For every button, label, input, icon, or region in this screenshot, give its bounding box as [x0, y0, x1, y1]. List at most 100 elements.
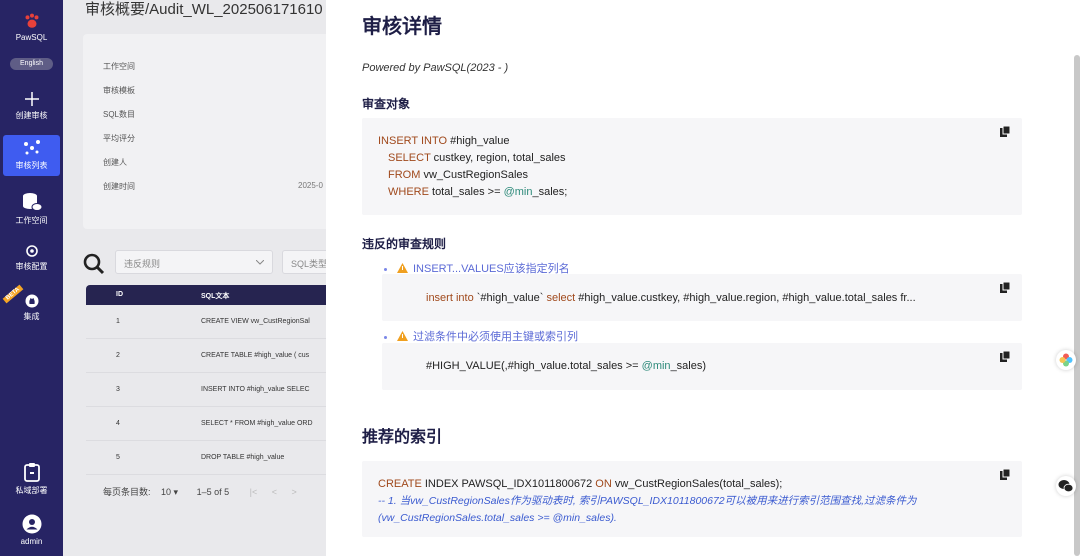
sql-text: _sales)	[670, 360, 707, 372]
panel-title: 审核详情	[362, 16, 442, 38]
sql-keyword: WHERE	[388, 186, 429, 198]
index-code-block: CREATE INDEX PAWSQL_IDX1011800672 ON vw_…	[362, 461, 1022, 537]
rule-filter-placeholder: 违反规则	[124, 259, 161, 269]
sidebar-item-label: admin	[20, 537, 43, 546]
page-title: 审核概要/Audit_WL_202506171610	[85, 1, 323, 18]
sql-text: vw_CustRegionSales(total_sales);	[611, 478, 783, 490]
code-line: WHERE total_sales >= @min_sales;	[378, 184, 1006, 201]
code-line: CREATE INDEX PAWSQL_IDX1011800672 ON vw_…	[378, 476, 1006, 493]
sidebar-item-create-audit[interactable]: 创建审核	[0, 91, 63, 121]
sql-text: #HIGH_VALUE(,#high_value.total_sales >=	[426, 360, 642, 372]
sql-keyword: insert into	[426, 292, 474, 304]
sidebar-item-integration[interactable]: 集成	[0, 294, 63, 322]
floating-app-icon[interactable]	[1056, 350, 1076, 370]
audit-detail-panel: 审核详情 Powered by PawSQL(2023 - ) 审查对象 INS…	[326, 0, 1080, 556]
prev-page-icon[interactable]: <	[272, 487, 277, 497]
chat-float-button[interactable]	[1056, 476, 1076, 496]
sql-keyword: SELECT	[388, 152, 431, 164]
audit-summary-page: 审核概要/Audit_WL_202506171610 工作空间 审核模板 SQL…	[63, 0, 343, 556]
page-range: 1–5 of 5	[196, 487, 230, 497]
sidebar-item-audit-list[interactable]: 审核列表	[3, 135, 60, 176]
sql-table: ID SQL文本 1 CREATE VIEW vw_CustRegionSal 2…	[86, 285, 326, 475]
gear-icon	[25, 245, 38, 257]
code-line: FROM vw_CustRegionSales	[378, 167, 1006, 184]
sidebar-item-label: 审核配置	[15, 262, 48, 271]
clipboard-icon	[23, 463, 40, 482]
info-label-created-time: 创建时间	[103, 182, 135, 191]
rows-per-page-select[interactable]: 10 ▾	[161, 487, 178, 497]
row-sql: DROP TABLE #high_value	[201, 454, 285, 461]
bullet-icon	[384, 267, 387, 271]
table-row[interactable]: 5 DROP TABLE #high_value	[86, 441, 326, 475]
sql-type-filter-select[interactable]: SQL类型	[282, 250, 326, 274]
rows-per-page-value: 10	[161, 487, 172, 497]
first-page-icon[interactable]: |<	[250, 487, 258, 497]
sidebar-item-audit-config[interactable]: 审核配置	[0, 244, 63, 272]
info-value-created-time: 2025-0	[298, 181, 323, 190]
rule-item[interactable]: 过滤条件中必须使用主键或索引列	[384, 328, 578, 344]
brand-logo[interactable]: PawSQL	[0, 12, 63, 42]
table-row[interactable]: 1 CREATE VIEW vw_CustRegionSal	[86, 305, 326, 339]
copy-icon[interactable]	[1000, 351, 1010, 362]
audit-list-icon	[23, 140, 40, 155]
info-label-workspace: 工作空间	[103, 62, 135, 71]
sidebar-item-private-deploy[interactable]: 私域部署	[0, 462, 63, 496]
copy-icon[interactable]	[1000, 469, 1010, 480]
table-row[interactable]: 2 CREATE TABLE #high_value ( cus	[86, 339, 326, 373]
row-id: 1	[116, 318, 120, 325]
sql-keyword: ON	[595, 478, 612, 490]
sql-keyword: select	[546, 292, 576, 304]
sidebar-item-label: 审核列表	[15, 161, 48, 170]
rows-per-page-label: 每页条目数:	[103, 487, 151, 497]
search-icon[interactable]	[83, 253, 105, 275]
sql-keyword: FROM	[388, 169, 421, 181]
info-card: 工作空间 审核模板 SQL数目 平均评分 创建人 创建时间 2025-0	[83, 34, 343, 229]
code-line: INSERT INTO #high_value	[378, 133, 1006, 150]
sidebar-item-workspace[interactable]: 工作空间	[0, 192, 63, 226]
brand-name: PawSQL	[15, 33, 48, 42]
sql-keyword: CREATE	[378, 478, 422, 490]
row-sql: SELECT * FROM #high_value ORD	[201, 420, 313, 427]
info-label-sql-count: SQL数目	[103, 110, 136, 119]
sidebar-item-label: 集成	[23, 312, 40, 321]
flower-icon	[1059, 353, 1073, 367]
rule-code-block: #HIGH_VALUE(,#high_value.total_sales >= …	[382, 343, 1022, 390]
violations-heading: 违反的审查规则	[362, 237, 447, 251]
row-sql: CREATE TABLE #high_value ( cus	[201, 352, 310, 359]
row-sql: INSERT INTO #high_value SELEC	[201, 386, 310, 393]
sql-text: #high_value.custkey, #high_value.region,…	[575, 292, 916, 304]
copy-icon[interactable]	[1000, 282, 1010, 293]
sidebar-item-user[interactable]: admin	[0, 514, 63, 546]
warning-icon	[397, 331, 408, 341]
column-header-sql: SQL文本	[201, 293, 230, 300]
sql-type-filter-placeholder: SQL类型	[291, 259, 326, 269]
database-icon	[22, 193, 42, 211]
paw-logo-icon	[25, 13, 38, 28]
info-label-avg-score: 平均评分	[103, 134, 135, 143]
sidebar-item-label: 工作空间	[15, 216, 48, 225]
rule-code-block: insert into `#high_value` select #high_v…	[382, 274, 1022, 321]
sql-text: INDEX PAWSQL_IDX1011800672	[421, 478, 596, 490]
row-id: 3	[116, 386, 120, 393]
language-toggle-button[interactable]: English	[10, 58, 53, 70]
chevron-down-icon	[256, 260, 264, 265]
sql-text: total_sales >=	[428, 186, 504, 198]
info-label-template: 审核模板	[103, 86, 135, 95]
sidebar-item-label: 创建审核	[15, 111, 48, 120]
index-comment: -- 1. 当vw_CustRegionSales作为驱动表时, 索引PAWSQ…	[378, 495, 917, 524]
copy-icon[interactable]	[1000, 126, 1010, 137]
next-page-icon[interactable]: >	[292, 487, 297, 497]
plus-icon	[24, 92, 39, 106]
sql-keyword: INSERT INTO	[378, 135, 448, 147]
wechat-icon	[1058, 480, 1074, 493]
table-row[interactable]: 4 SELECT * FROM #high_value ORD	[86, 407, 326, 441]
bullet-icon	[384, 335, 387, 339]
github-icon	[25, 294, 38, 308]
code-line: SELECT custkey, region, total_sales	[378, 150, 1006, 167]
row-id: 2	[116, 352, 120, 359]
row-id: 5	[116, 454, 120, 461]
sidebar: PawSQL English 创建审核 审核列表 工作空间 审核配置 BETA …	[0, 0, 63, 556]
table-row[interactable]: 3 INSERT INTO #high_value SELEC	[86, 373, 326, 407]
user-avatar-icon	[22, 514, 41, 534]
rule-filter-select[interactable]: 违反规则	[115, 250, 273, 274]
